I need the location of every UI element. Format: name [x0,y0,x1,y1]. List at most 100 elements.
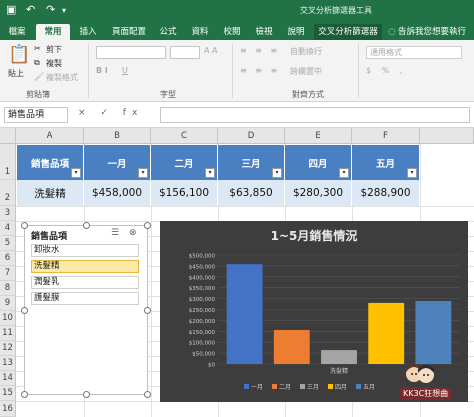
resize-handle[interactable] [144,222,151,229]
slicer-item[interactable]: 護髮膜 [31,292,139,305]
font-size-up-button[interactable]: A A [204,46,218,55]
table-cell[interactable]: $156,100 [151,180,218,206]
currency-percent-icons[interactable]: $ % , [366,66,406,75]
tab-formulas[interactable]: 公式 [154,24,182,40]
tell-me-box[interactable]: 告訴我您想要執行 [398,24,474,40]
column-header-c[interactable]: C [151,128,218,144]
resize-handle[interactable] [21,391,28,398]
table-header-cell[interactable]: 銷售品項 ▾ [17,145,84,180]
table-cell[interactable]: $288,900 [352,180,420,206]
table-header-cell[interactable]: 三月 ▾ [218,145,285,180]
tab-data[interactable]: 資料 [186,24,214,40]
column-header-a[interactable]: A [16,128,84,144]
row-header-14[interactable]: 14 [0,371,16,386]
tab-home[interactable]: 常用 [36,24,70,40]
font-name-dropdown[interactable] [96,46,166,59]
resize-handle[interactable] [21,222,28,229]
cut-button[interactable]: 剪下 [46,44,62,55]
column-header-e[interactable]: E [285,128,352,144]
chart-bar [273,329,310,364]
align-left-icons[interactable]: ≡ ≡ ≡ [240,66,280,75]
resize-handle[interactable] [144,307,151,314]
column-header-f[interactable]: F [352,128,420,144]
row-header-5[interactable]: 5 [0,236,16,251]
y-tick-label: $150,000 [189,330,216,336]
formula-input[interactable] [160,107,470,123]
copy-button[interactable]: 複製 [46,58,62,69]
column-header-g[interactable] [420,128,474,144]
align-top-icons[interactable]: ≡ ≡ ≡ [240,46,280,55]
table-cell[interactable]: $280,300 [285,180,352,206]
tab-file[interactable]: 檔案 [2,24,32,40]
table-header-cell[interactable]: 五月 ▾ [352,145,420,180]
row-header-2[interactable]: 2 [0,180,16,206]
row-header-9[interactable]: 9 [0,296,16,311]
multi-select-icon[interactable]: ☰ [111,228,119,238]
x-tick-label: 洗髮精 [330,367,348,375]
redo-icon[interactable]: ↷ [46,3,55,16]
table-header-cell[interactable]: 一月 ▾ [84,145,151,180]
select-all-corner[interactable] [0,128,16,144]
row-header-10[interactable]: 10 [0,311,16,326]
row-header-3[interactable]: 3 [0,206,16,221]
merge-center-button[interactable]: 跨欄置中 [290,66,322,77]
row-header-11[interactable]: 11 [0,326,16,341]
filter-dropdown-icon[interactable]: ▾ [272,168,282,178]
format-painter-icon[interactable]: 🖌 [34,72,44,81]
row-header-12[interactable]: 12 [0,341,16,356]
slicer-item[interactable]: 潤髮乳 [31,276,139,289]
font-size-dropdown[interactable] [170,46,200,59]
table-header-cell[interactable]: 四月 ▾ [285,145,352,180]
tab-review[interactable]: 校閱 [218,24,246,40]
underline-button[interactable]: U [122,66,128,75]
row-header-4[interactable]: 4 [0,221,16,236]
slicer-item-selected[interactable]: 洗髮精 [31,260,139,273]
undo-icon[interactable]: ↶ [26,3,35,16]
paste-button[interactable]: 貼上 [8,68,24,79]
tab-help[interactable]: 說明 [282,24,310,40]
row-header-7[interactable]: 7 [0,266,16,281]
paste-icon[interactable]: 📋 [8,44,30,65]
y-tick-label: $400,000 [189,275,216,281]
tab-slicer[interactable]: 交叉分析篩選器 [314,24,382,40]
row-header-16[interactable]: 16 [0,401,16,417]
resize-handle[interactable] [83,222,90,229]
number-format-dropdown[interactable]: 通用格式 [366,46,462,59]
row-header-6[interactable]: 6 [0,251,16,266]
table-cell[interactable]: 洗髮精 [17,180,84,206]
name-box[interactable]: 銷售品項 [4,107,68,123]
legend-swatch [328,384,333,389]
resize-handle[interactable] [144,391,151,398]
formula-buttons[interactable]: × ✓ fx [78,108,143,118]
resize-handle[interactable] [83,391,90,398]
tab-page-layout[interactable]: 頁面配置 [106,24,152,40]
table-header-cell[interactable]: 二月 ▾ [151,145,218,180]
filter-dropdown-icon[interactable]: ▾ [71,168,81,178]
clear-filter-icon[interactable]: ⊗ [129,228,137,238]
customize-qat-icon[interactable]: ▾ [62,6,66,15]
copy-icon[interactable]: ⧉ [34,58,40,68]
header-label: 三月 [241,158,261,170]
table-cell[interactable]: $63,850 [218,180,285,206]
table-cell[interactable]: $458,000 [84,180,151,206]
resize-handle[interactable] [21,307,28,314]
row-header-13[interactable]: 13 [0,356,16,371]
row-header-1[interactable]: 1 [0,144,16,180]
row-header-8[interactable]: 8 [0,281,16,296]
filter-dropdown-icon[interactable]: ▾ [205,168,215,178]
bold-italic-buttons[interactable]: B I [96,66,108,75]
tab-view[interactable]: 檢視 [250,24,278,40]
slicer[interactable]: 銷售品項 ☰ ⊗ 卸妝水 洗髮精 潤髮乳 護髮膜 [21,222,151,398]
format-painter-button[interactable]: 複製格式 [46,72,78,83]
filter-dropdown-icon[interactable]: ▾ [407,168,417,178]
filter-dropdown-icon[interactable]: ▾ [138,168,148,178]
wrap-text-button[interactable]: 自動換行 [290,46,322,57]
tab-insert[interactable]: 插入 [74,24,102,40]
slicer-item[interactable]: 卸妝水 [31,244,139,257]
filter-dropdown-icon[interactable]: ▾ [339,168,349,178]
column-header-b[interactable]: B [84,128,151,144]
save-icon[interactable]: ▣ [6,3,16,16]
row-header-15[interactable]: 15 [0,386,16,401]
cut-icon[interactable]: ✂ [34,44,41,53]
column-header-d[interactable]: D [218,128,285,144]
